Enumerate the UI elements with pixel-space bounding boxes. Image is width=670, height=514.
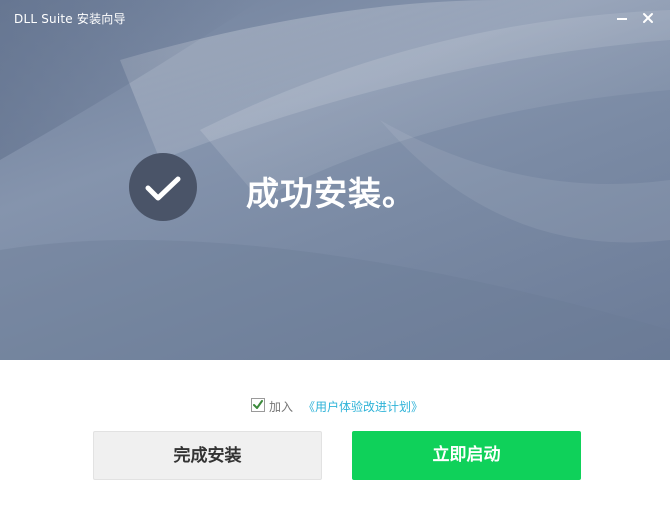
footer-panel: 加入 《用户体验改进计划》 完成安装 立即启动 <box>0 360 670 514</box>
consent-label: 加入 <box>269 400 294 414</box>
close-icon <box>643 13 653 23</box>
checkbox-check-icon <box>253 400 263 409</box>
title-bar[interactable]: DLL Suite 安装向导 <box>0 0 670 36</box>
success-message: 成功安装。 <box>246 174 416 213</box>
close-button[interactable] <box>637 7 659 29</box>
minimize-button[interactable] <box>611 7 633 29</box>
hero-banner: DLL Suite 安装向导 成功安装。 <box>0 0 670 360</box>
installer-window: DLL Suite 安装向导 成功安装。 加入 《用户体验改进计划》 完成安装 … <box>0 0 670 514</box>
checkmark-icon <box>145 176 181 201</box>
improvement-program-link[interactable]: 《用户体验改进计划》 <box>303 398 423 415</box>
window-title: DLL Suite 安装向导 <box>14 12 126 26</box>
launch-now-button[interactable]: 立即启动 <box>352 431 581 480</box>
improvement-program-checkbox[interactable] <box>251 398 265 412</box>
minimize-icon <box>617 18 627 20</box>
success-badge <box>129 153 197 221</box>
finish-install-button[interactable]: 完成安装 <box>93 431 322 480</box>
